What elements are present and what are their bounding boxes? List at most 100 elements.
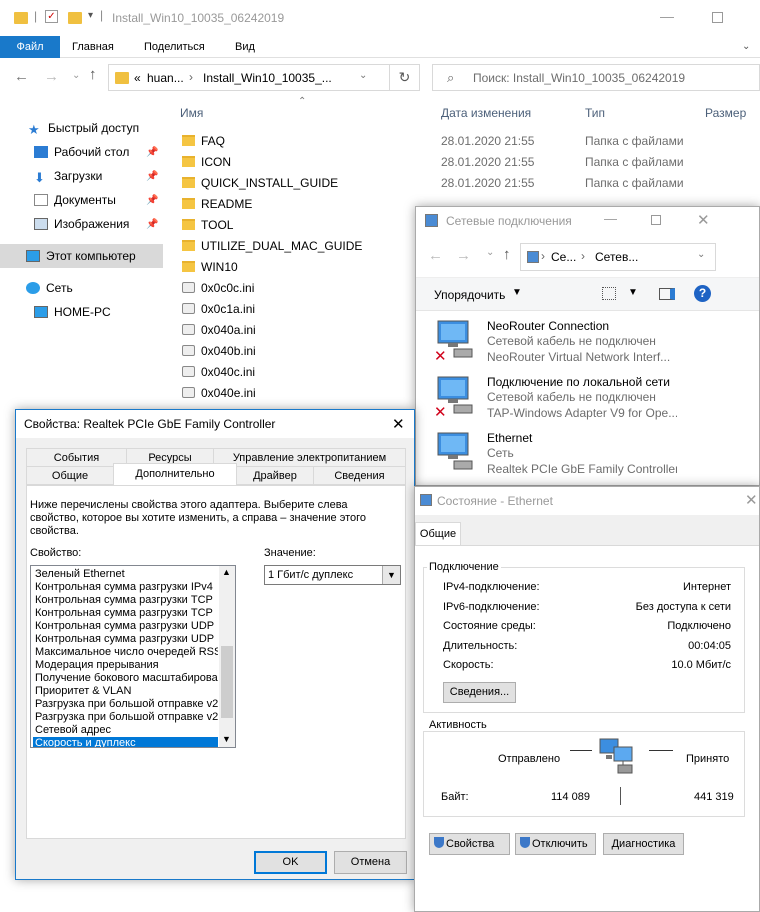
- expand-ribbon-icon[interactable]: ⌄: [742, 36, 750, 58]
- value-select[interactable]: 1 Гбит/с дуплекс ▼: [264, 565, 401, 585]
- details-button[interactable]: Сведения...: [443, 682, 516, 703]
- forward-icon[interactable]: →: [44, 68, 59, 85]
- folder-row[interactable]: TOOL: [182, 215, 422, 236]
- minimize-button[interactable]: —: [660, 8, 674, 24]
- property-item[interactable]: Модерация прерывания: [33, 659, 218, 672]
- file-row[interactable]: 0x040b.ini: [182, 341, 422, 362]
- breadcrumb-huan[interactable]: huan...: [147, 71, 184, 85]
- file-row[interactable]: 0x040a.ini: [182, 320, 422, 341]
- net-recent-icon[interactable]: ⌄: [486, 247, 494, 258]
- scroll-up-icon[interactable]: ▲: [222, 567, 231, 577]
- folder-row[interactable]: QUICK_INSTALL_GUIDE: [182, 173, 422, 194]
- column-name[interactable]: Имя: [180, 106, 203, 120]
- disable-button[interactable]: Отключить: [515, 833, 596, 855]
- refresh-icon[interactable]: ↻: [389, 65, 419, 90]
- select-dropdown-icon[interactable]: ▼: [382, 566, 400, 584]
- scroll-down-icon[interactable]: ▼: [222, 734, 231, 744]
- net-crumb2[interactable]: Сетев...: [595, 250, 638, 264]
- column-size[interactable]: Размер: [705, 106, 746, 120]
- search-box[interactable]: ⌕ Поиск: Install_Win10_10035_06242019: [432, 64, 760, 91]
- file-row[interactable]: 0x040e.ini: [182, 383, 422, 404]
- connection-item[interactable]: Ethernet Сеть Realtek PCIe GbE Family Cont…: [436, 431, 756, 483]
- new-folder-icon[interactable]: [68, 12, 82, 24]
- net-address-dropdown-icon[interactable]: ⌄: [697, 249, 705, 260]
- nav-pictures[interactable]: Изображения: [34, 214, 129, 234]
- property-item[interactable]: Контрольная сумма разгрузки UDP: [33, 633, 218, 646]
- breadcrumb-install[interactable]: Install_Win10_10035_...: [203, 71, 332, 85]
- tab-details[interactable]: Сведения: [313, 466, 406, 485]
- file-row[interactable]: 0x0c1a.ini: [182, 299, 422, 320]
- organize-menu[interactable]: Упорядочить: [434, 288, 505, 302]
- property-item[interactable]: Разгрузка при большой отправке v2: [33, 711, 218, 724]
- view-dropdown-icon[interactable]: ▼: [628, 287, 638, 298]
- property-item[interactable]: Приоритет & VLAN: [33, 685, 218, 698]
- tab-home[interactable]: Главная: [72, 36, 114, 58]
- property-item[interactable]: Скорость и дуплекс: [33, 737, 218, 747]
- help-icon[interactable]: ?: [694, 285, 711, 302]
- view-options-icon[interactable]: [602, 287, 616, 300]
- property-item[interactable]: Сетевой адрес: [33, 724, 218, 737]
- tab-general[interactable]: Общие: [26, 466, 114, 485]
- nav-downloads[interactable]: ⬇ Загрузки: [34, 166, 102, 186]
- property-item[interactable]: Максимальное число очередей RSS: [33, 646, 218, 659]
- search-input[interactable]: Поиск: Install_Win10_10035_06242019: [473, 71, 685, 85]
- pin-icon[interactable]: 📌: [146, 147, 158, 158]
- property-listbox[interactable]: Зеленый Ethernet Контрольная сумма разгру…: [30, 565, 236, 748]
- net-up-icon[interactable]: ↑: [503, 246, 511, 263]
- net-address-bar[interactable]: › Се... › Сетев... ⌄: [520, 243, 716, 271]
- tab-events[interactable]: События: [26, 448, 127, 467]
- recent-dropdown-icon[interactable]: ⌄: [72, 70, 80, 81]
- folder-row[interactable]: FAQ: [182, 131, 422, 152]
- nav-documents[interactable]: Документы: [34, 190, 116, 210]
- address-bar[interactable]: « huan... › Install_Win10_10035_... ⌄ ↻: [108, 64, 420, 91]
- up-icon[interactable]: ↑: [89, 66, 97, 83]
- property-item[interactable]: Контрольная сумма разгрузки TCP: [33, 607, 218, 620]
- property-item[interactable]: Разгрузка при большой отправке v2: [33, 698, 218, 711]
- tab-general[interactable]: Общие: [415, 522, 461, 546]
- ok-button[interactable]: OK: [254, 851, 327, 874]
- tab-view[interactable]: Вид: [235, 36, 255, 58]
- tab-driver[interactable]: Драйвер: [236, 466, 314, 485]
- folder-row[interactable]: README: [182, 194, 422, 215]
- folder-row[interactable]: UTILIZE_DUAL_MAC_GUIDE: [182, 236, 422, 257]
- properties-check-icon[interactable]: ✓: [45, 10, 58, 23]
- tab-share[interactable]: Поделиться: [144, 36, 205, 58]
- net-close-button[interactable]: ✕: [697, 211, 710, 229]
- tab-advanced[interactable]: Дополнительно: [113, 463, 237, 487]
- tab-file[interactable]: Файл: [0, 36, 60, 58]
- maximize-button[interactable]: [712, 12, 723, 23]
- property-item[interactable]: Контрольная сумма разгрузки IPv4: [33, 581, 218, 594]
- file-row[interactable]: 0x040c.ini: [182, 362, 422, 383]
- net-crumb1[interactable]: Се...: [551, 250, 576, 264]
- folder-row[interactable]: WIN10: [182, 257, 422, 278]
- net-maximize-button[interactable]: [651, 215, 661, 225]
- column-date[interactable]: Дата изменения: [441, 106, 531, 120]
- scroll-thumb[interactable]: [221, 646, 233, 718]
- prop-close-button[interactable]: ✕: [392, 415, 405, 433]
- nav-this-pc[interactable]: Этот компьютер: [26, 246, 136, 266]
- column-type[interactable]: Тип: [585, 106, 605, 120]
- property-item[interactable]: Контрольная сумма разгрузки UDP: [33, 620, 218, 633]
- pin-icon[interactable]: 📌: [146, 219, 158, 230]
- status-close-button[interactable]: ✕: [745, 491, 758, 509]
- back-icon[interactable]: ←: [14, 68, 29, 85]
- nav-desktop[interactable]: Рабочий стол: [34, 142, 129, 162]
- organize-dropdown-icon[interactable]: ▼: [512, 287, 522, 298]
- connection-item[interactable]: ✕ Подключение по локальной сети Сетевой ка…: [434, 375, 756, 427]
- cancel-button[interactable]: Отмена: [334, 851, 407, 874]
- pin-icon[interactable]: 📌: [146, 171, 158, 182]
- pin-icon[interactable]: 📌: [146, 195, 158, 206]
- property-item[interactable]: Зеленый Ethernet: [33, 568, 218, 581]
- folder-row[interactable]: ICON: [182, 152, 422, 173]
- preview-pane-icon[interactable]: [659, 288, 675, 300]
- nav-quick-access[interactable]: ★ Быстрый доступ: [28, 118, 139, 138]
- nav-network[interactable]: Сеть: [26, 278, 73, 298]
- net-minimize-button[interactable]: —: [604, 211, 617, 226]
- net-forward-icon[interactable]: →: [456, 247, 471, 264]
- tab-power-management[interactable]: Управление электропитанием: [213, 448, 406, 467]
- nav-home-pc[interactable]: HOME-PC: [34, 302, 111, 322]
- property-item[interactable]: Контрольная сумма разгрузки TCP: [33, 594, 218, 607]
- connection-item[interactable]: ✕ NeoRouter Connection Сетевой кабель не п…: [434, 319, 756, 371]
- listbox-scrollbar[interactable]: ▲ ▼: [219, 566, 235, 747]
- net-back-icon[interactable]: ←: [428, 247, 443, 264]
